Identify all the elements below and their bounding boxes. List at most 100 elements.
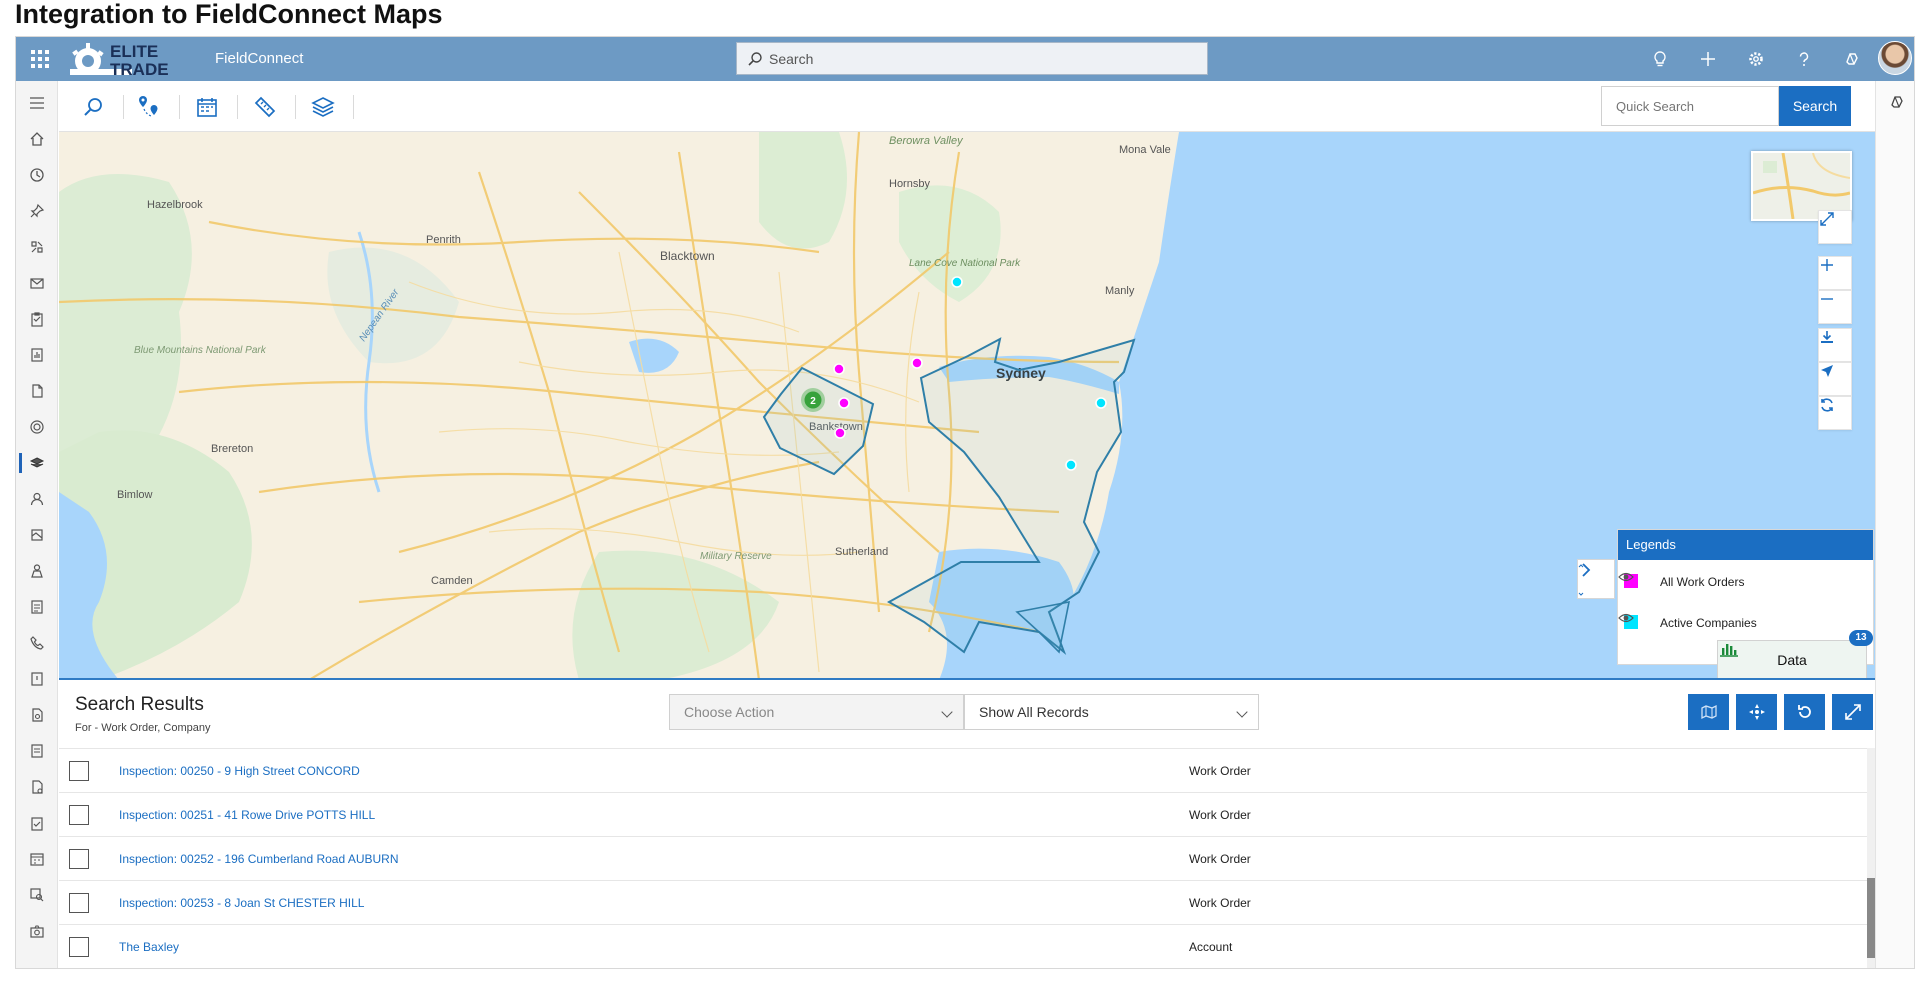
nav-calls[interactable]	[16, 629, 58, 657]
nav-pinned[interactable]	[16, 197, 58, 225]
park-area	[759, 132, 847, 249]
reset-results-button[interactable]	[1784, 694, 1825, 730]
results-scrollbar[interactable]	[1867, 748, 1875, 968]
place-label: Penrith	[426, 234, 461, 246]
results-subtitle: For - Work Order, Company	[75, 722, 211, 734]
app-window: ELITE TRADE FieldConnect Search Quick Se…	[15, 36, 1915, 969]
crosshair-icon	[1748, 704, 1765, 720]
nav-checklists[interactable]	[16, 809, 58, 837]
record-link[interactable]: Inspection: 00252 - 196 Cumberland Road …	[119, 852, 399, 866]
record-link[interactable]: Inspection: 00250 - 9 High Street CONCOR…	[119, 764, 360, 778]
nav-notes[interactable]	[16, 593, 58, 621]
layers-tool[interactable]	[303, 87, 343, 127]
measure-tool[interactable]	[245, 87, 285, 127]
settings-button[interactable]	[1732, 37, 1780, 81]
legend-item-companies: Active Companies	[1618, 611, 1875, 635]
ruler-icon	[254, 96, 276, 118]
data-panel-button[interactable]: Data	[1717, 640, 1867, 678]
center-map-button[interactable]	[1736, 694, 1777, 730]
expand-results-button[interactable]	[1832, 694, 1873, 730]
nav-targets[interactable]	[16, 413, 58, 441]
work-order-marker	[838, 397, 850, 409]
record-link[interactable]: Inspection: 00251 - 41 Rowe Drive POTTS …	[119, 808, 375, 822]
scrollbar-thumb[interactable]	[1867, 878, 1875, 958]
nav-documents[interactable]	[16, 377, 58, 405]
nav-mail[interactable]	[16, 269, 58, 297]
global-search-input[interactable]: Search	[736, 42, 1208, 75]
show-records-value: Show All Records	[979, 704, 1089, 720]
nav-recent[interactable]	[16, 161, 58, 189]
eye-icon[interactable]	[1618, 611, 1634, 625]
show-records-select[interactable]: Show All Records	[964, 694, 1259, 730]
nav-invoices[interactable]	[16, 737, 58, 765]
route-pins-icon	[139, 96, 158, 117]
locate-me-button[interactable]	[1818, 362, 1852, 396]
table-row: Inspection: 00253 - 8 Joan St CHESTER HI…	[59, 880, 1875, 924]
record-type: Account	[1189, 940, 1233, 954]
nav-home[interactable]	[16, 125, 58, 153]
map-search-tool[interactable]	[73, 87, 113, 127]
bar-chart-icon	[1720, 644, 1738, 657]
route-tool[interactable]	[129, 87, 169, 127]
map-pin-icon	[1700, 704, 1717, 720]
zoom-in-button[interactable]	[1818, 256, 1852, 290]
map-toolbar: Search	[59, 81, 1875, 132]
legend-item-work-orders: All Work Orders	[1618, 570, 1875, 594]
row-checkbox[interactable]	[69, 893, 89, 913]
place-label: Sutherland	[835, 546, 888, 558]
app-launcher-button[interactable]	[24, 43, 56, 75]
nav-quotes[interactable]	[16, 701, 58, 729]
eye-icon[interactable]	[1618, 570, 1634, 584]
refresh-map-button[interactable]	[1818, 396, 1852, 430]
nav-camera[interactable]	[16, 917, 58, 945]
nav-calendar[interactable]	[16, 845, 58, 873]
calendar-icon	[30, 853, 44, 866]
user-avatar[interactable]	[1878, 41, 1912, 75]
record-link[interactable]: Inspection: 00253 - 8 Joan St CHESTER HI…	[119, 896, 364, 910]
record-link[interactable]: The Baxley	[119, 940, 179, 954]
new-record-button[interactable]	[1684, 37, 1732, 81]
choose-action-value: Choose Action	[684, 704, 775, 720]
place-label: Lane Cove National Park	[909, 258, 1021, 269]
nav-menu-toggle[interactable]	[16, 89, 58, 117]
download-map-button[interactable]	[1818, 328, 1852, 362]
row-checkbox[interactable]	[69, 761, 89, 781]
nav-purchases[interactable]	[16, 773, 58, 801]
nav-services[interactable]	[16, 233, 58, 261]
quick-search-input[interactable]	[1601, 86, 1779, 126]
row-checkbox[interactable]	[69, 937, 89, 957]
nav-tasks[interactable]	[16, 305, 58, 333]
row-checkbox[interactable]	[69, 849, 89, 869]
legend-label: All Work Orders	[1660, 575, 1745, 589]
search-results-panel: Search Results For - Work Order, Company…	[59, 682, 1875, 968]
schedule-tool[interactable]	[187, 87, 227, 127]
copilot-side-button[interactable]	[1888, 93, 1906, 116]
table-row: Inspection: 00252 - 196 Cumberland Road …	[59, 836, 1875, 880]
nav-assets[interactable]	[16, 521, 58, 549]
copilot-button[interactable]	[1828, 37, 1876, 81]
pin-icon	[30, 203, 45, 218]
place-label: Brereton	[211, 443, 253, 455]
nav-technicians[interactable]	[16, 557, 58, 585]
record-type: Work Order	[1189, 896, 1251, 910]
map-canvas[interactable]: Berowra Valley Mona Vale Hornsby Hazelbr…	[59, 132, 1875, 680]
home-icon	[30, 132, 44, 146]
nav-maps[interactable]	[16, 449, 58, 477]
show-on-map-button[interactable]	[1688, 694, 1729, 730]
nav-contacts[interactable]	[16, 485, 58, 513]
copilot-icon	[1846, 53, 1858, 65]
nav-search-records[interactable]	[16, 881, 58, 909]
zoom-out-button[interactable]	[1818, 290, 1852, 324]
reset-icon	[1797, 705, 1811, 718]
lightbulb-button[interactable]	[1636, 37, 1684, 81]
nav-reports[interactable]	[16, 341, 58, 369]
legend-collapse-button[interactable]	[1577, 559, 1615, 599]
quick-search-button[interactable]: Search	[1779, 86, 1851, 126]
work-order-marker	[834, 427, 846, 439]
row-checkbox[interactable]	[69, 805, 89, 825]
nav-schedules[interactable]	[16, 665, 58, 693]
data-button-label: Data	[1777, 652, 1807, 668]
fullscreen-map-button[interactable]	[1818, 210, 1852, 244]
choose-action-select[interactable]: Choose Action	[669, 694, 964, 730]
help-button[interactable]	[1780, 37, 1828, 81]
